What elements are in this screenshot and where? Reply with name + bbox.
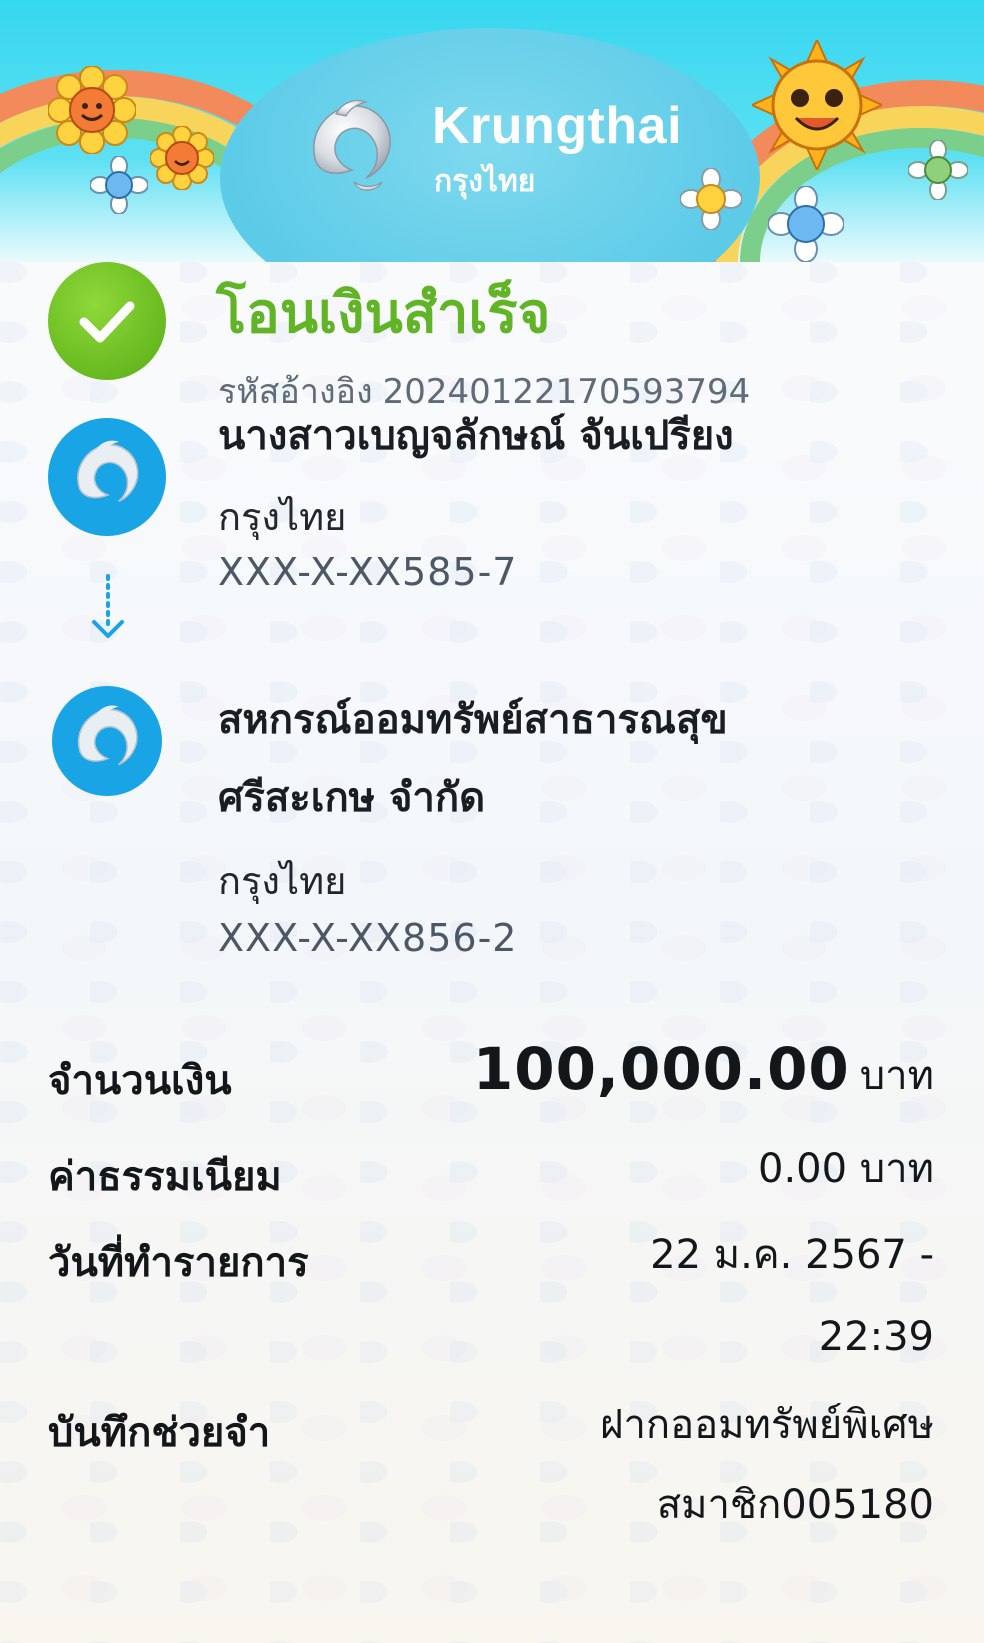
brand-name-th: กรุงไทย: [434, 164, 536, 199]
sender-name: นางสาวเบญจลักษณ์ จันเปรียง: [218, 413, 734, 459]
daisy-icon: [908, 140, 968, 200]
transfer-arrow-icon: [92, 574, 124, 638]
receiver-account: XXX-X-XX856-2: [218, 916, 518, 960]
transaction-date-line1: 22 ม.ค. 2567 -: [650, 1232, 934, 1278]
success-check-icon: [48, 262, 166, 380]
receiver-bank: กรุงไทย: [218, 859, 347, 903]
memo-line2: สมาชิก005180: [656, 1482, 934, 1528]
sender-bank-avatar: [48, 418, 166, 536]
amount-label: จำนวนเงิน: [48, 1058, 232, 1104]
transaction-date-label: วันที่ทำรายการ: [48, 1240, 309, 1286]
sun-icon: [752, 40, 882, 170]
sender-bank: กรุงไทย: [218, 495, 347, 539]
krungthai-logo-icon: [313, 99, 391, 191]
receiver-name-line1: สหกรณ์ออมทรัพย์สาธารณสุข: [218, 697, 728, 743]
status-title: โอนเงินสำเร็จ: [216, 281, 551, 346]
header-banner: Krungthai กรุงไทย: [0, 0, 984, 262]
sunflower-icon: [150, 126, 214, 190]
amount-number: 100,000.00: [472, 1035, 850, 1103]
krungthai-bird-icon: [77, 440, 139, 502]
receiver-bank-avatar: [52, 686, 162, 796]
daisy-icon: [768, 186, 844, 262]
fee-label: ค่าธรรมเนียม: [48, 1154, 282, 1200]
brand-name-en: Krungthai: [432, 97, 683, 155]
transaction-time: 22:39: [818, 1314, 934, 1360]
memo-line1: ฝากออมทรัพย์พิเศษ: [600, 1402, 934, 1448]
fee-value: 0.00 บาท: [758, 1146, 934, 1192]
amount-unit: บาท: [859, 1053, 934, 1099]
receiver-name-line2: ศรีสะเกษ จำกัด: [218, 775, 486, 821]
memo-label: บันทึกช่วยจำ: [48, 1410, 271, 1456]
sunflower-icon: [48, 66, 136, 154]
krungthai-bird-icon: [77, 705, 138, 766]
daisy-icon: [680, 168, 742, 230]
sender-account: XXX-X-XX585-7: [218, 550, 518, 594]
amount-value: 100,000.00 บาท: [473, 1030, 934, 1115]
daisy-icon: [90, 156, 148, 214]
